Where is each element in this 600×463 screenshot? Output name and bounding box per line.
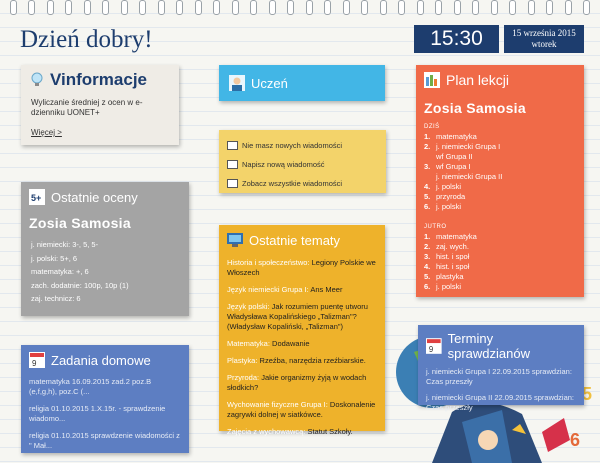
tomorrow-label: JUTRO <box>424 224 447 230</box>
schedule-card[interactable]: Plan lekcji Zosia Samosia DZIŚ 1. matemat… <box>416 65 584 297</box>
tomorrow-lessons: 1. matematyka 2. zaj. wych. 3. hist. i społ… <box>424 232 576 292</box>
schedule-title: Plan lekcji <box>446 72 510 88</box>
grades-title: Ostatnie oceny <box>51 189 138 205</box>
topic-item: Przyroda: Jakie organizmy żyją w wodach … <box>227 373 367 392</box>
topics-list: Historia i społeczeństwo: Legiony Polski… <box>227 258 377 437</box>
topics-title: Ostatnie tematy <box>249 232 341 248</box>
today-label: DZIŚ <box>424 124 440 130</box>
grade-item: j. niemiecki: 3-, 5, 5- <box>31 240 99 249</box>
tests-card[interactable]: 9 Terminy sprawdzianów j. niemiecki Grup… <box>418 325 584 412</box>
lesson-item: 5. przyroda <box>424 192 466 201</box>
homework-title: Zadania domowe <box>51 352 151 368</box>
write-message-link[interactable]: Napisz nową wiadomość <box>227 155 378 174</box>
info-card: Vinformacje Wyliczanie średniej z ocen w… <box>21 65 179 145</box>
grades-list: j. niemiecki: 3-, 5, 5- j. polski: 5+, 6… <box>29 238 181 306</box>
svg-text:5+: 5+ <box>31 193 41 203</box>
lesson-item: 4. hist. i społ <box>424 262 470 271</box>
info-title: Vinformacje <box>50 70 148 89</box>
homework-item: religia 01.10.2015 1.X.15r. - sprawdzeni… <box>29 404 166 423</box>
lightbulb-icon <box>31 72 43 86</box>
messages-card: Nie masz nowych wiadomości Napisz nową w… <box>219 130 386 193</box>
clock: 15:30 <box>414 25 499 53</box>
svg-text:9: 9 <box>429 345 433 354</box>
message-item-label: Zobacz wszystkie wiadomości <box>242 179 343 188</box>
grade-icon: 5+ <box>29 189 45 205</box>
weekday-text: wtorek <box>531 39 557 49</box>
lesson-item: 3. wf Grupa Ij. niemiecki Grupa II <box>424 162 503 181</box>
tests-list: j. niemiecki Grupa I 22.09.2015 sprawdzi… <box>426 367 576 413</box>
homework-item: matematyka 16.09.2015 zad.2 poz.B (e,f,g… <box>29 377 152 396</box>
lesson-item: 1. matematyka <box>424 132 477 141</box>
binder-rings <box>0 0 600 15</box>
lesson-item: 3. hist. i społ <box>424 252 470 261</box>
envelope-icon <box>227 141 238 150</box>
calendar-icon: 9 <box>426 338 442 354</box>
info-more-link[interactable]: Więcej > <box>29 128 171 137</box>
homework-list: matematyka 16.09.2015 zad.2 poz.B (e,f,g… <box>29 377 181 451</box>
topic-item: Język niemiecki Grupa I: Ans Meer <box>227 285 343 294</box>
no-new-messages-link[interactable]: Nie masz nowych wiadomości <box>227 136 378 155</box>
topics-card[interactable]: Ostatnie tematy Historia i społeczeństwo… <box>219 225 385 436</box>
grade-item: matematyka: +, 6 <box>31 267 89 276</box>
topic-item: Język polski: Jak rozumiem puentę utworu… <box>227 302 368 331</box>
student-title: Uczeń <box>251 75 288 91</box>
info-text: Wyliczanie średniej z ocen w e-dzienniku… <box>31 98 143 117</box>
calendar-icon: 9 <box>29 352 45 368</box>
grades-student-name: Zosia Samosia <box>29 215 131 231</box>
lesson-item: 6. j. polski <box>424 202 462 211</box>
grades-card[interactable]: 5+ Ostatnie oceny Zosia Samosia j. niemi… <box>21 182 189 316</box>
envelope-icon <box>227 179 238 188</box>
test-item: j. niemiecki Grupa II 22.09.2015 sprawdz… <box>426 393 574 412</box>
computer-icon <box>227 233 243 247</box>
date-box: 15 września 2015 wtorek <box>504 25 584 53</box>
lesson-item: 1. matematyka <box>424 232 477 241</box>
user-icon <box>229 75 245 91</box>
date-text: 15 września 2015 <box>512 28 576 38</box>
greeting-title: Dzień dobry! <box>20 26 153 53</box>
svg-text:9: 9 <box>32 359 37 368</box>
decor-digit: 6 <box>570 430 580 450</box>
topic-item: Wychowanie fizyczne Grupa I: Doskonaleni… <box>227 400 376 419</box>
envelope-icon <box>227 160 238 169</box>
topic-item: Plastyka: Rzeźba, narzędzia rzeźbiarskie… <box>227 356 366 365</box>
schedule-student-name: Zosia Samosia <box>424 100 526 116</box>
lesson-item: 6. j. polski <box>424 282 462 291</box>
all-messages-link[interactable]: Zobacz wszystkie wiadomości <box>227 174 378 193</box>
lesson-item: 4. j. polski <box>424 182 462 191</box>
tests-title: Terminy sprawdzianów <box>447 331 530 361</box>
topic-item: Historia i społeczeństwo: Legiony Polski… <box>227 258 376 277</box>
homework-item: religia 01.10.2015 sprawdzenie wiadomośc… <box>29 431 180 450</box>
lesson-item: 2. zaj. wych. <box>424 242 469 251</box>
message-item-label: Nie masz nowych wiadomości <box>242 141 343 150</box>
today-lessons: 1. matematyka 2. j. niemiecki Grupa Iwf Gr… <box>424 132 576 212</box>
grade-item: zaj. technicz: 6 <box>31 294 81 303</box>
homework-card[interactable]: 9 Zadania domowe matematyka 16.09.2015 z… <box>21 345 189 453</box>
topic-item: Matematyka: Dodawanie <box>227 339 310 348</box>
grade-item: zach. dodatnie: 100p, 10p (1) <box>31 280 129 290</box>
student-card[interactable]: Uczeń <box>219 65 385 101</box>
topic-item: Zajęcia z wychowawcą: Statut Szkoły. <box>227 427 353 436</box>
lesson-item: 2. j. niemiecki Grupa Iwf Grupa II <box>424 142 501 161</box>
message-item-label: Napisz nową wiadomość <box>242 160 325 169</box>
lesson-item: 5. plastyka <box>424 272 464 281</box>
schedule-icon <box>424 72 440 88</box>
test-item: j. niemiecki Grupa I 22.09.2015 sprawdzi… <box>426 367 572 386</box>
grade-item: j. polski: 5+, 6 <box>31 253 78 263</box>
